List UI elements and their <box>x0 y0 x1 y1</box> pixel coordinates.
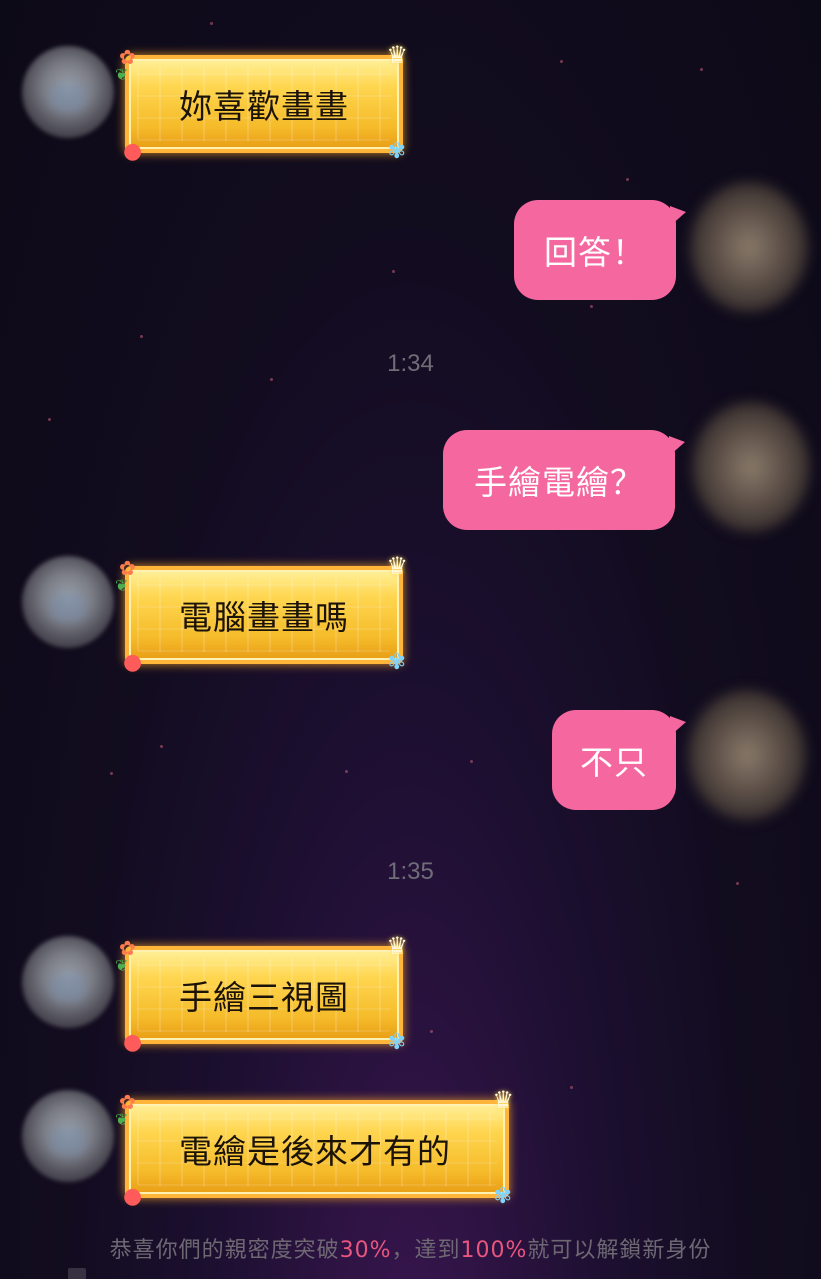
my-avatar[interactable] <box>690 182 808 312</box>
received-message-bubble[interactable]: ✿ ❦ ● ♛ ✾ 電繪是後來才有的 <box>115 1088 514 1208</box>
leaf-icon: ❦ <box>115 576 130 595</box>
notice-percent-current: 30% <box>339 1238 392 1263</box>
message-text: 手繪電繪？ <box>474 463 644 502</box>
notice-next-line-fragment <box>68 1268 86 1279</box>
timestamp: 1:35 <box>387 858 434 885</box>
sent-message-bubble[interactable]: 回答！ <box>514 200 686 300</box>
peach-icon: ✿ <box>119 556 137 580</box>
sent-message-bubble[interactable]: 不只 <box>552 710 686 810</box>
contact-avatar[interactable] <box>22 1090 114 1182</box>
peach-icon: ✿ <box>119 1090 137 1114</box>
fruit-icon: ● <box>123 650 144 675</box>
contact-avatar[interactable] <box>22 936 114 1028</box>
crown-icon: ♛ <box>386 552 409 580</box>
contact-avatar[interactable] <box>22 46 114 138</box>
leaf-icon: ❦ <box>115 1110 130 1129</box>
my-avatar[interactable] <box>692 402 810 532</box>
peach-icon: ✿ <box>119 936 137 960</box>
notice-text: ，達到 <box>391 1238 461 1263</box>
background-stars <box>0 0 821 1279</box>
fruit-icon: ● <box>123 1184 144 1209</box>
received-message-bubble[interactable]: ✿ ❦ ● ♛ ✾ 電腦畫畫嗎 <box>115 554 408 674</box>
intimacy-notice: 恭喜你們的親密度突破30%，達到100%就可以解鎖新身份 <box>0 1232 821 1264</box>
message-text: 手繪三視圖 <box>179 978 349 1017</box>
flower-icon: ✾ <box>387 650 407 675</box>
message-text: 回答！ <box>544 233 646 272</box>
crown-icon: ♛ <box>492 1086 515 1114</box>
leaf-icon: ❦ <box>115 65 130 84</box>
peach-icon: ✿ <box>119 45 137 69</box>
crown-icon: ♛ <box>386 41 409 69</box>
message-text: 不只 <box>580 743 648 782</box>
received-message-bubble[interactable]: ✿ ❦ ● ♛ ✾ 手繪三視圖 <box>115 934 408 1054</box>
sent-message-bubble[interactable]: 手繪電繪？ <box>443 430 685 530</box>
fruit-icon: ● <box>123 1030 144 1055</box>
message-text: 電繪是後來才有的 <box>179 1132 451 1171</box>
flower-icon: ✾ <box>387 1030 407 1055</box>
fruit-icon: ● <box>123 139 144 164</box>
notice-text: 恭喜你們的親密度突破 <box>109 1238 340 1263</box>
my-avatar[interactable] <box>688 690 806 820</box>
contact-avatar[interactable] <box>22 556 114 648</box>
notice-percent-target: 100% <box>460 1238 528 1263</box>
leaf-icon: ❦ <box>115 956 130 975</box>
notice-text: 就可以解鎖新身份 <box>527 1238 712 1263</box>
message-text: 妳喜歡畫畫 <box>179 87 349 126</box>
crown-icon: ♛ <box>386 932 409 960</box>
received-message-bubble[interactable]: ✿ ❦ ● ♛ ✾ 妳喜歡畫畫 <box>115 43 408 163</box>
flower-icon: ✾ <box>387 139 407 164</box>
flower-icon: ✾ <box>493 1184 513 1209</box>
timestamp: 1:34 <box>387 350 434 377</box>
message-text: 電腦畫畫嗎 <box>179 598 349 637</box>
